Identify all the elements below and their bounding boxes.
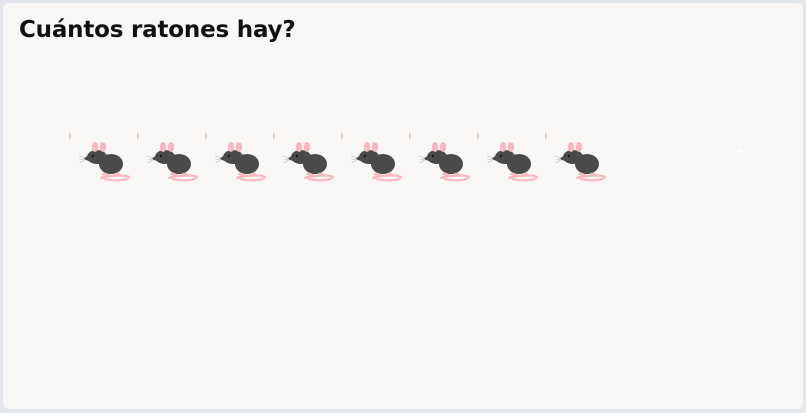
question-title: Cuántos ratones hay? xyxy=(19,17,296,43)
question-card: Cuántos ratones hay? xyxy=(3,3,803,409)
mouse-icon xyxy=(339,129,403,185)
decorative-mark xyxy=(737,150,743,152)
mice-row xyxy=(67,129,627,189)
mouse-icon xyxy=(271,129,335,185)
mouse-icon xyxy=(543,129,607,185)
mouse-icon xyxy=(203,129,267,185)
mouse-icon xyxy=(475,129,539,185)
mouse-icon xyxy=(67,129,131,185)
mouse-icon xyxy=(407,129,471,185)
mouse-icon xyxy=(135,129,199,185)
